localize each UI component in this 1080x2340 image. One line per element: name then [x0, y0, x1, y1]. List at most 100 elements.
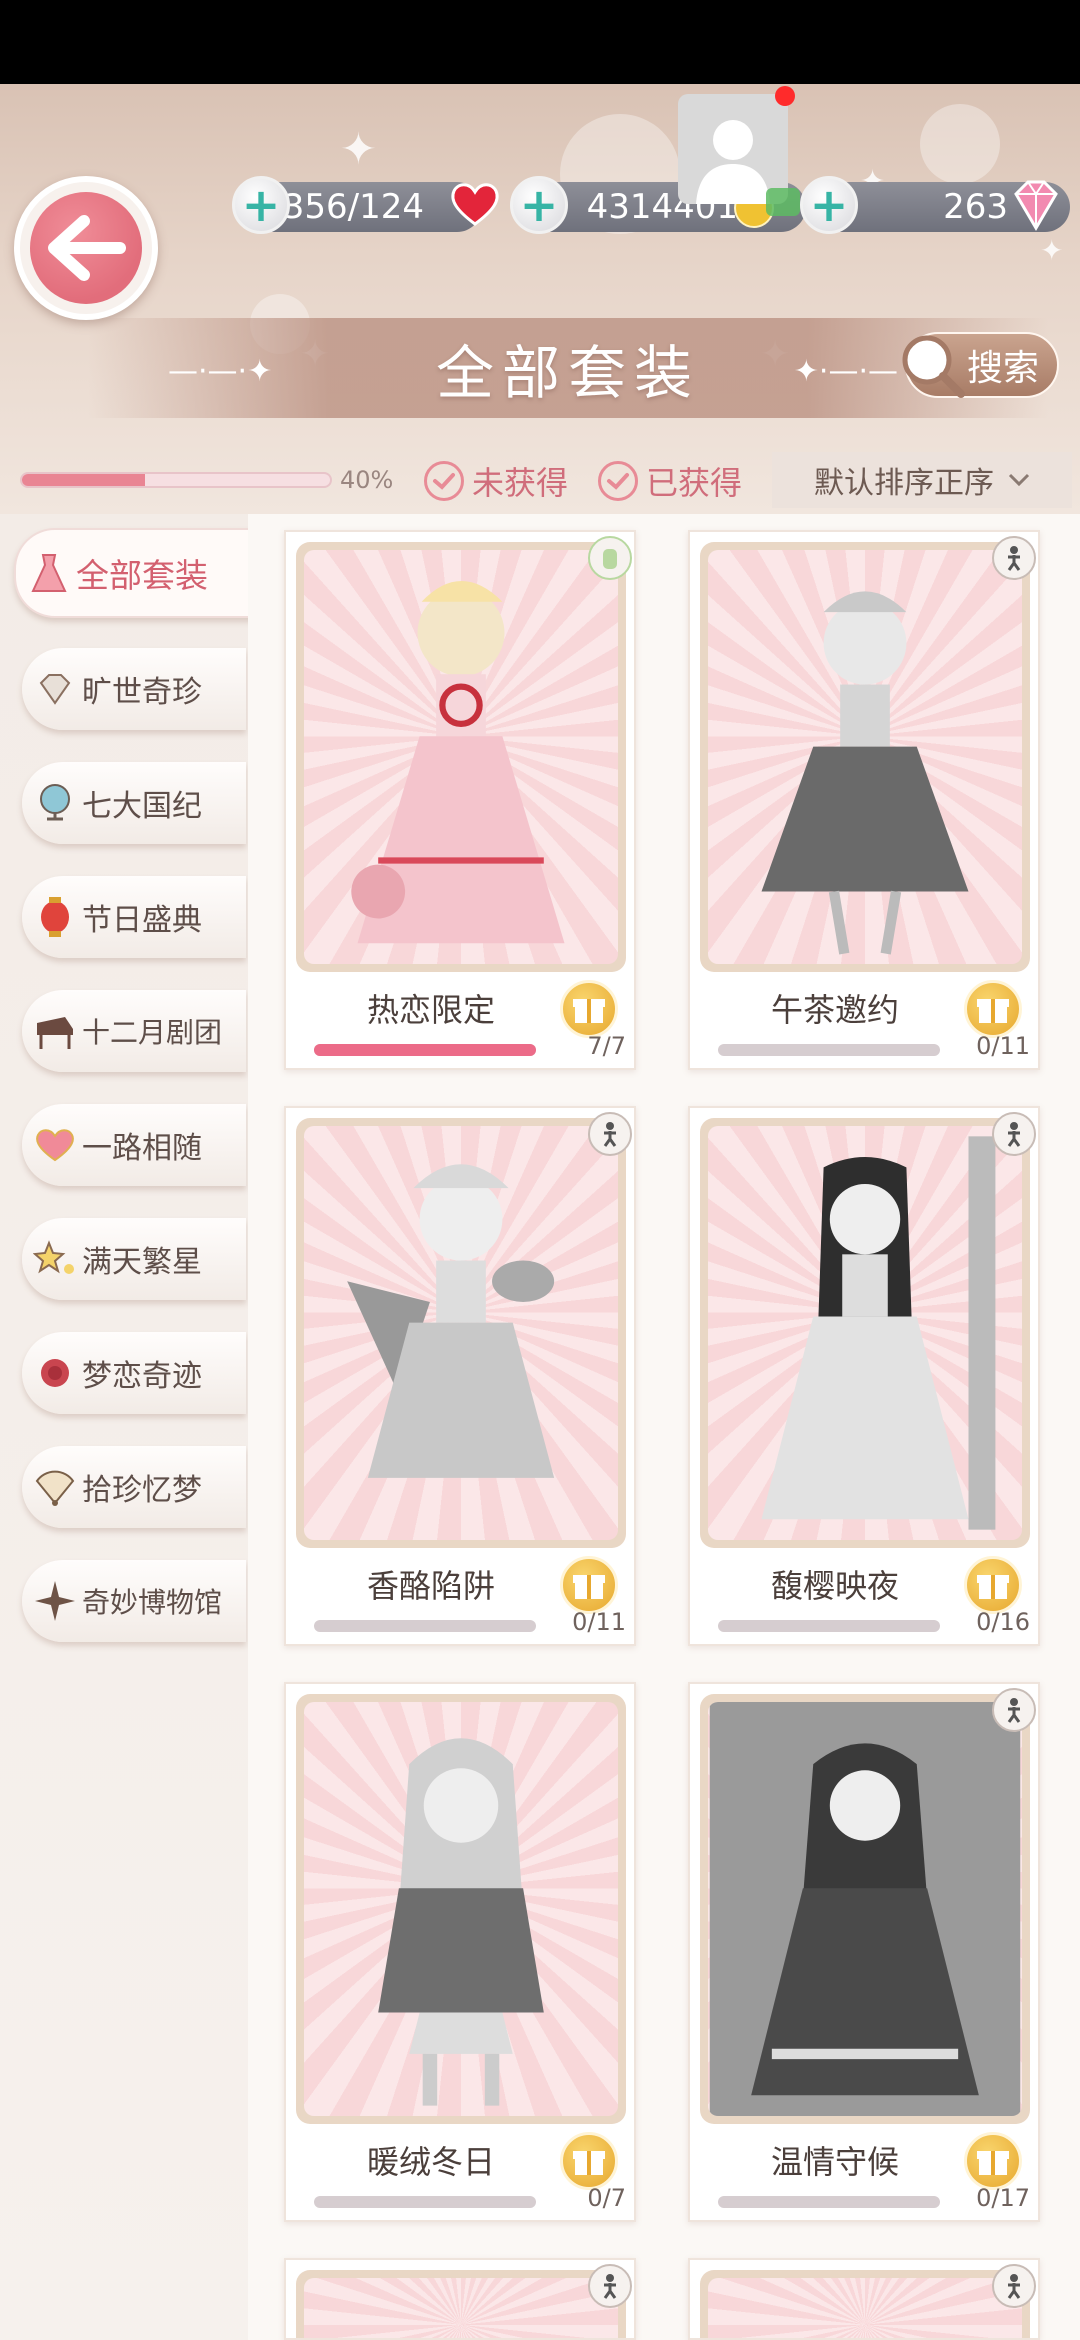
- outfit-figure-illustration: [378, 1738, 544, 2106]
- sidebar-item-label: 十二月剧团: [82, 1016, 223, 1049]
- suit-image: [304, 550, 618, 964]
- suit-image-frame: [700, 542, 1030, 972]
- gift-box-icon[interactable]: [964, 2132, 1022, 2190]
- filter-obtained[interactable]: 已获得: [598, 458, 742, 504]
- sidebar-item-label: 拾珍忆梦: [82, 1473, 202, 1508]
- suit-progress-bar: [718, 1620, 940, 1632]
- unobtained-badge-icon: [992, 536, 1036, 580]
- heart-icon: [32, 1122, 78, 1168]
- sort-dropdown[interactable]: 默认排序正序: [772, 452, 1072, 508]
- dress-icon: [26, 550, 72, 596]
- outfit-figure-illustration: [347, 1164, 555, 1478]
- unobtained-badge-icon: [992, 2264, 1036, 2308]
- suit-progress-bar: [718, 1044, 940, 1056]
- suit-progress-bar: [314, 1620, 536, 1632]
- sidebar-item-starry-sky[interactable]: 满天繁星: [22, 1218, 246, 1300]
- collection-progress-label: 40%: [340, 466, 394, 494]
- outfit-figure-illustration: [761, 591, 969, 955]
- suit-card[interactable]: 馥樱映夜 0/16: [688, 1106, 1040, 1646]
- banner-ornament-left: —·—·✦: [168, 354, 273, 389]
- sidebar-item-label: 奇妙博物馆: [82, 1586, 223, 1619]
- suit-progress-bar: [718, 2196, 940, 2208]
- suit-name: 暖绒冬日: [366, 2143, 495, 2181]
- unobtained-badge-icon: [588, 2264, 632, 2308]
- search-icon: [902, 335, 965, 398]
- filter-row: 40% 未获得 已获得 默认排序正序: [0, 448, 1080, 508]
- fan-icon: [32, 1464, 78, 1510]
- suit-image: [708, 1702, 1022, 2116]
- sidebar-item-label: 全部套装: [76, 556, 208, 595]
- add-stamina-button[interactable]: +: [232, 176, 290, 234]
- suit-card[interactable]: 午茶邀约 0/11: [688, 530, 1040, 1070]
- sidebar-item-label: 七大国纪: [82, 789, 202, 824]
- sidebar-item-december-troupe[interactable]: 十二月剧团: [22, 990, 246, 1072]
- notification-dot: [775, 86, 795, 106]
- suit-image: [708, 1126, 1022, 1540]
- sidebar-item-label: 梦恋奇迹: [82, 1359, 202, 1394]
- gift-box-icon[interactable]: [560, 2132, 618, 2190]
- back-button[interactable]: [14, 176, 158, 320]
- suit-progress-bar: [314, 2196, 536, 2208]
- suit-count: 0/11: [976, 1032, 1030, 1060]
- add-diamonds-button[interactable]: +: [800, 176, 858, 234]
- sparkle-icon: ✦: [1040, 234, 1064, 267]
- suit-name: 馥樱映夜: [770, 1567, 899, 1605]
- gem-icon: [32, 666, 78, 712]
- sidebar-item-along-the-way[interactable]: 一路相随: [22, 1104, 246, 1186]
- collection-progress-fill: [22, 474, 146, 486]
- suit-count: 0/7: [587, 2184, 626, 2212]
- check-circle-icon: [598, 461, 638, 501]
- sidebar-item-treasured-memories[interactable]: 拾珍忆梦: [22, 1446, 246, 1528]
- filter-obtained-label: 已获得: [646, 464, 743, 502]
- obtained-badge-icon: [588, 536, 632, 580]
- suit-image-frame: [296, 1118, 626, 1548]
- suit-count: 0/16: [976, 1608, 1030, 1636]
- gift-box-icon[interactable]: [964, 980, 1022, 1038]
- sidebar-item-rare-treasures[interactable]: 旷世奇珍: [22, 648, 246, 730]
- banner-ornament-right: ✦·—·—: [793, 354, 898, 389]
- sidebar-item-wonder-museum[interactable]: 奇妙博物馆: [22, 1560, 246, 1642]
- bokeh-decoration: [920, 104, 1000, 184]
- page-title: 全部套装: [435, 339, 700, 407]
- suit-name: 午茶邀约: [770, 991, 899, 1029]
- search-button[interactable]: 搜索: [902, 332, 1060, 398]
- unobtained-badge-icon: [992, 1112, 1036, 1156]
- sidebar-item-label: 节日盛典: [82, 903, 202, 938]
- filter-not-obtained-label: 未获得: [472, 464, 569, 502]
- suit-progress-bar: [314, 1044, 536, 1056]
- outfit-figure-illustration: [351, 581, 565, 944]
- suit-card[interactable]: 热恋限定 7/7: [284, 530, 636, 1070]
- gift-box-icon[interactable]: [560, 1556, 618, 1614]
- piano-icon: [32, 1008, 78, 1054]
- globe-icon: [32, 780, 78, 826]
- sidebar-item-label: 满天繁星: [82, 1245, 202, 1280]
- suit-image-frame: [700, 1694, 1030, 2124]
- sidebar-item-all-suits[interactable]: 全部套装: [14, 528, 254, 618]
- suit-name: 热恋限定: [366, 991, 495, 1029]
- suit-card[interactable]: 暖绒冬日 0/7: [284, 1682, 636, 2222]
- chevron-down-icon: [1008, 473, 1030, 487]
- suit-image-frame: [296, 1694, 626, 2124]
- sidebar-item-seven-nations[interactable]: 七大国纪: [22, 762, 246, 844]
- suit-name: 温情守候: [770, 2143, 899, 2181]
- lantern-icon: [32, 894, 78, 940]
- suit-card-partial[interactable]: [284, 2258, 636, 2340]
- arrow-left-icon: [48, 215, 126, 281]
- status-bar: [0, 0, 1080, 84]
- unobtained-badge-icon: [992, 1688, 1036, 1732]
- gift-box-icon[interactable]: [560, 980, 618, 1038]
- sidebar-item-dream-miracle[interactable]: 梦恋奇迹: [22, 1332, 246, 1414]
- filter-not-obtained[interactable]: 未获得: [424, 458, 568, 504]
- add-coins-button[interactable]: +: [510, 176, 568, 234]
- sidebar-item-label: 旷世奇珍: [82, 675, 202, 710]
- suit-image-frame: [700, 2270, 1030, 2338]
- sidebar-item-festivals[interactable]: 节日盛典: [22, 876, 246, 958]
- suit-card-partial[interactable]: [688, 2258, 1040, 2340]
- chat-icon[interactable]: [766, 188, 800, 216]
- outfit-figure-illustration: [761, 1136, 996, 1530]
- gift-box-icon[interactable]: [964, 1556, 1022, 1614]
- outfit-figure-illustration: [709, 1702, 1021, 2116]
- suit-count: 7/7: [587, 1032, 626, 1060]
- suit-card[interactable]: 温情守候 0/17: [688, 1682, 1040, 2222]
- suit-card[interactable]: 香酪陷阱 0/11: [284, 1106, 636, 1646]
